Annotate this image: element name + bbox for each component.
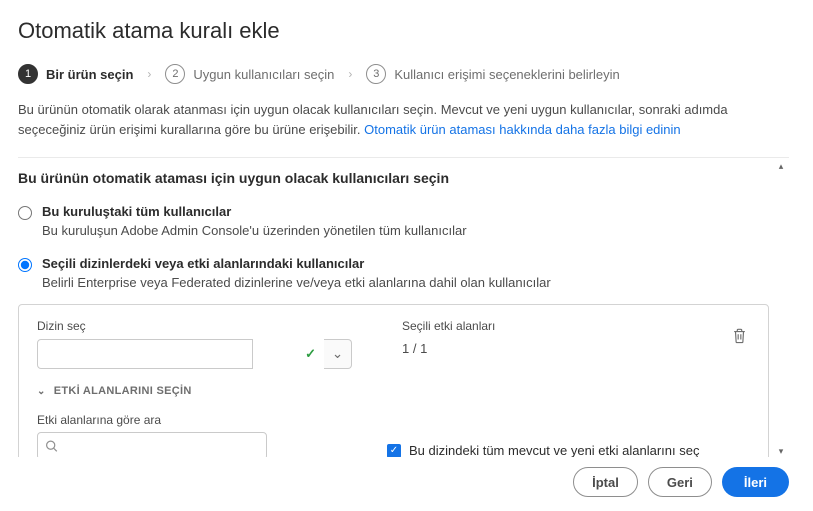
directory-input[interactable] [37, 339, 253, 369]
directory-combobox[interactable]: ✓ ⌄ [37, 339, 352, 369]
chevron-down-icon: ⌄ [332, 346, 343, 362]
radio-option-selected-dirs[interactable]: Seçili dizinlerdeki veya etki alanlarınd… [18, 256, 769, 290]
checkbox-select-all[interactable]: ✓ [387, 444, 401, 458]
radio-group: Bu kuruluştaki tüm kullanıcılar Bu kurul… [18, 204, 769, 459]
directory-dropdown-button[interactable]: ⌄ [324, 339, 352, 369]
directory-config-box: Dizin seç ✓ ⌄ [18, 304, 769, 459]
directory-label: Dizin seç [37, 319, 352, 333]
search-domains-label: Etki alanlarına göre ara [37, 413, 267, 427]
chevron-down-icon: ⌄ [37, 386, 46, 397]
selected-domains-label: Seçili etki alanları [402, 319, 750, 333]
scrollbar[interactable]: ▴ ▾ [775, 160, 787, 457]
footer: İptal Geri İleri [0, 457, 813, 511]
back-button[interactable]: Geri [648, 467, 712, 497]
search-domains-input[interactable] [37, 432, 267, 459]
radio-all-users-title: Bu kuruluştaki tüm kullanıcılar [42, 204, 769, 219]
next-button[interactable]: İleri [722, 467, 789, 497]
scroll-up-icon[interactable]: ▴ [775, 160, 787, 172]
section-heading: Bu ürünün otomatik ataması için uygun ol… [18, 170, 769, 186]
learn-more-link[interactable]: Otomatik ürün ataması hakkında daha fazl… [364, 122, 681, 137]
step-3: 3 Kullanıcı erişimi seçeneklerini belirl… [366, 64, 619, 84]
step-2: 2 Uygun kullanıcıları seçin [165, 64, 334, 84]
select-all-domains-label: Bu dizindeki tüm mevcut ve yeni etki ala… [409, 443, 699, 458]
scroll-area: Bu ürünün otomatik ataması için uygun ol… [18, 157, 789, 459]
radio-selected-dirs-title: Seçili dizinlerdeki veya etki alanlarınd… [42, 256, 769, 271]
check-icon: ✓ [390, 445, 398, 456]
step-separator-icon: › [147, 67, 151, 81]
step-1: 1 Bir ürün seçin [18, 64, 133, 84]
step-2-number: 2 [165, 64, 185, 84]
step-3-number: 3 [366, 64, 386, 84]
trash-icon [732, 328, 747, 344]
delete-button[interactable] [728, 325, 750, 347]
intro-text: Bu ürünün otomatik olarak atanması için … [18, 100, 789, 139]
radio-all-users-desc: Bu kuruluşun Adobe Admin Console'u üzeri… [42, 223, 769, 238]
step-1-number: 1 [18, 64, 38, 84]
cancel-button[interactable]: İptal [573, 467, 638, 497]
radio-all-users[interactable] [18, 206, 32, 220]
scroll-down-icon[interactable]: ▾ [775, 445, 787, 457]
step-separator-icon: › [348, 67, 352, 81]
step-3-label: Kullanıcı erişimi seçeneklerini belirley… [394, 67, 619, 82]
domains-disclosure[interactable]: ⌄ ETKİ ALANLARINI SEÇİN [37, 385, 750, 397]
disclosure-label: ETKİ ALANLARINI SEÇİN [54, 385, 192, 397]
radio-selected-dirs[interactable] [18, 258, 32, 272]
check-icon: ✓ [305, 346, 316, 362]
select-all-domains[interactable]: ✓ Bu dizindeki tüm mevcut ve yeni etki a… [387, 443, 699, 458]
radio-selected-dirs-desc: Belirli Enterprise veya Federated dizinl… [42, 275, 769, 290]
page-title: Otomatik atama kuralı ekle [18, 18, 789, 44]
step-2-label: Uygun kullanıcıları seçin [193, 67, 334, 82]
stepper: 1 Bir ürün seçin › 2 Uygun kullanıcıları… [18, 64, 789, 84]
radio-option-all-users[interactable]: Bu kuruluştaki tüm kullanıcılar Bu kurul… [18, 204, 769, 238]
step-1-label: Bir ürün seçin [46, 67, 133, 82]
selected-domains-count: 1 / 1 [402, 341, 750, 356]
